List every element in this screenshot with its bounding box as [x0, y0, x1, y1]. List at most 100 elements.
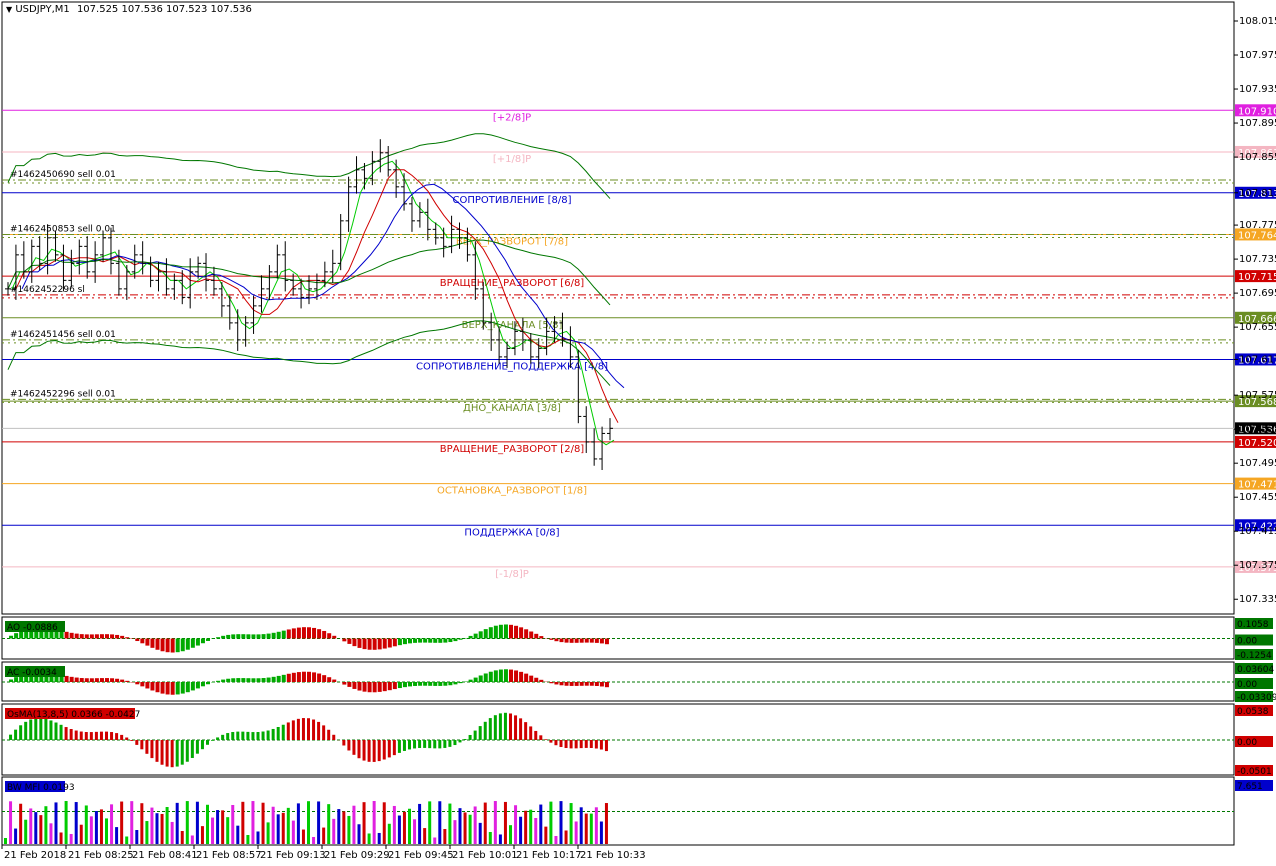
indicator-tick-label: -0.03309: [1237, 693, 1276, 703]
indicator-bar: [498, 713, 502, 740]
indicator-bar: [418, 638, 423, 643]
indicator-bar: [281, 674, 286, 682]
indicator-bar: [529, 631, 534, 639]
price-tick-label: 107.375: [1239, 560, 1276, 571]
indicator-bar: [296, 627, 301, 639]
murrey-level-label: СОПРОТИВЛЕНИЕ_ПОДДЕРЖКА [4/8]: [416, 361, 608, 372]
indicator-bar: [488, 627, 493, 639]
indicator-bar: [468, 679, 473, 682]
volume-bar: [418, 803, 422, 844]
indicator-bar: [170, 740, 174, 768]
indicator-bar: [271, 632, 276, 639]
indicator-bar: [307, 627, 311, 639]
indicator-bar: [322, 725, 326, 740]
volume-bar: [509, 825, 512, 844]
volume-bar: [276, 814, 280, 844]
indicator-bar: [150, 740, 154, 759]
volume-bar: [493, 801, 497, 844]
indicator-bar: [291, 628, 296, 639]
indicator-bar: [579, 740, 583, 749]
indicator-bar: [433, 740, 437, 749]
indicator-bar: [231, 678, 236, 682]
indicator-bar: [180, 740, 184, 765]
indicator-bar: [226, 634, 231, 639]
indicator-bar: [120, 679, 125, 682]
chevron-down-icon[interactable]: ▼: [6, 5, 12, 14]
indicator-bar: [564, 682, 569, 686]
indicator-bar: [271, 728, 275, 740]
price-chart[interactable]: [+2/8]P107.910[+1/8]P107.861СОПРОТИВЛЕНИ…: [0, 0, 1276, 866]
price-tick-label: 107.335: [1239, 594, 1276, 605]
indicator-bar: [276, 631, 281, 639]
price-tick-label: 107.617: [1239, 354, 1276, 365]
order-label: #1462451456 sell 0.01: [10, 330, 116, 340]
indicator-bar: [110, 678, 115, 682]
indicator-bar: [14, 633, 19, 639]
indicator-bar: [418, 682, 423, 686]
indicator-bar: [115, 678, 120, 682]
indicator-bar: [402, 740, 406, 751]
indicator-bar: [312, 719, 316, 740]
indicator-bar: [397, 682, 402, 689]
indicator-bar: [589, 740, 593, 749]
indicator-bar: [574, 682, 579, 686]
time-tick-label: 21 Feb 2018: [4, 850, 66, 861]
volume-bar: [14, 828, 18, 844]
indicator-bar: [261, 678, 266, 682]
volume-bar: [226, 817, 230, 844]
volume-bar: [44, 806, 48, 844]
indicator-bar: [332, 734, 336, 740]
indicator-bar: [478, 631, 483, 639]
indicator-bar: [438, 740, 442, 749]
volume-bar: [94, 811, 98, 844]
indicator-bar: [397, 740, 401, 753]
indicator-bar: [312, 627, 317, 639]
indicator-bar: [483, 721, 487, 740]
indicator-bar: [342, 682, 347, 685]
indicator-bar: [216, 680, 221, 682]
indicator-tick-label: 0.00: [1237, 637, 1257, 647]
indicator-bar: [357, 638, 362, 648]
indicator-bar: [211, 740, 215, 741]
indicator-bar: [317, 629, 322, 639]
volume-bar: [135, 830, 139, 844]
indicator-bar: [604, 638, 609, 645]
indicator-bar: [301, 627, 306, 639]
indicator-bar: [574, 740, 578, 749]
indicator-bar: [180, 638, 185, 652]
indicator-bar: [347, 740, 351, 751]
indicator-bar: [160, 740, 164, 765]
indicator-bar: [423, 740, 427, 748]
indicator-bar: [463, 637, 468, 639]
indicator-bar: [498, 669, 503, 682]
indicator-bar: [155, 638, 160, 650]
indicator-bar: [539, 636, 544, 639]
indicator-bar: [539, 735, 543, 740]
indicator-bar: [19, 725, 23, 740]
indicator-bar: [539, 679, 544, 682]
indicator-bar: [342, 638, 347, 642]
indicator-bar: [372, 638, 377, 650]
volume-bar: [392, 805, 396, 844]
indicator-bar: [453, 638, 458, 642]
indicator-label: OsMA(13,8,5) 0.0366 -0.0427: [7, 710, 140, 720]
indicator-bar: [216, 637, 221, 639]
indicator-bar: [599, 638, 604, 644]
indicator-bar: [377, 638, 382, 650]
indicator-bar: [438, 638, 443, 643]
indicator-bar: [165, 638, 170, 653]
indicator-bar: [29, 719, 33, 740]
indicator-bar: [554, 682, 559, 685]
volume-bar: [307, 801, 310, 844]
indicator-bar: [458, 740, 462, 743]
indicator-bar: [74, 730, 78, 740]
time-tick-label: 21 Feb 09:45: [388, 850, 454, 861]
indicator-bar: [200, 638, 205, 644]
indicator-bar: [185, 740, 189, 762]
indicator-bar: [534, 730, 538, 740]
indicator-tick-label: 0.00: [1237, 680, 1257, 690]
indicator-bar: [206, 638, 210, 641]
indicator-bar: [145, 682, 150, 689]
indicator-bar: [261, 634, 266, 639]
indicator-bar: [372, 740, 376, 762]
